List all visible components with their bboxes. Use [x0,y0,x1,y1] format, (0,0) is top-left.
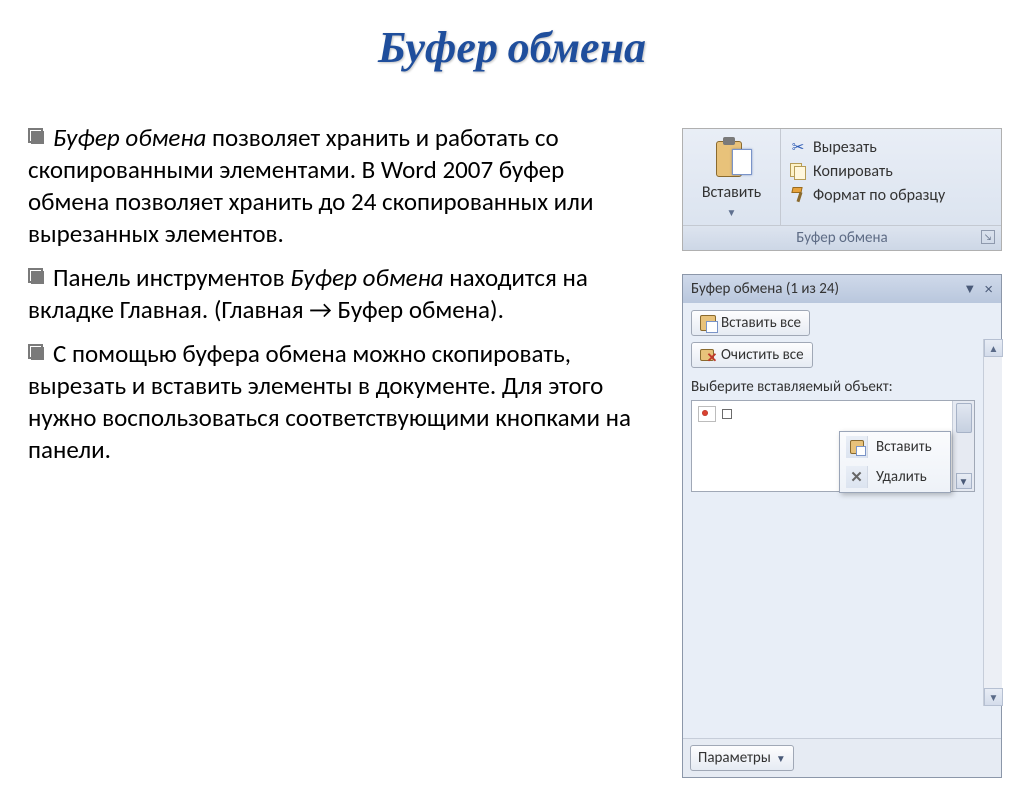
brush-icon [789,186,807,204]
context-delete[interactable]: ✕ Удалить [840,462,950,492]
chevron-down-icon[interactable]: ▼ [727,206,737,219]
paste-icon [846,436,868,458]
slide-title: Буфер обмена [0,22,1024,73]
clipboard-pane: Буфер обмена (1 из 24) ▼ × Вставить все … [682,274,1002,778]
chevron-down-icon: ▼ [776,752,786,765]
context-paste[interactable]: Вставить [840,432,950,462]
pane-title: Буфер обмена (1 из 24) [691,280,839,298]
copy-button[interactable]: Копировать [787,159,995,183]
scrollbar-thumb[interactable] [956,403,972,433]
scroll-up-icon[interactable]: ▲ [984,339,1003,357]
scroll-down-icon[interactable]: ▼ [956,473,972,489]
bullet-icon [28,344,43,359]
dialog-launcher-icon[interactable]: ↘ [981,230,995,244]
bullet-icon [28,128,43,143]
clear-all-icon: ✕ [700,347,716,363]
ribbon-clipboard-group: Вставить ▼ ✂ Вырезать Копировать Формат … [682,128,1002,251]
body-text: Буфер обмена позволяет хранить и работат… [28,122,638,478]
paste-all-icon [700,315,716,331]
clear-all-button[interactable]: ✕ Очистить все [691,342,813,368]
bullet-icon [28,268,43,283]
clip-content-icon [722,409,732,419]
ribbon-group-label: Буфер обмена ↘ [683,225,1001,250]
paste-label: Вставить [687,183,776,202]
paste-icon [712,135,752,181]
inner-scrollbar[interactable]: ▼ [952,401,974,491]
delete-icon: ✕ [846,466,868,488]
close-icon[interactable]: × [984,281,993,298]
cut-label: Вырезать [813,138,877,157]
bullet-2: Панель инструментов Буфер обмена находит… [28,262,638,326]
paste-button[interactable]: Вставить ▼ [683,129,781,225]
copy-label: Копировать [813,162,893,181]
options-button[interactable]: Параметры ▼ [690,745,794,771]
bullet-1: Буфер обмена позволяет хранить и работат… [28,122,638,250]
select-object-label: Выберите вставляемый объект: [691,378,975,396]
bullet-3: С помощью буфера обмена можно скопироват… [28,338,638,466]
pane-header: Буфер обмена (1 из 24) ▼ × [683,275,1001,303]
context-menu: Вставить ✕ Удалить [839,431,951,493]
clip-thumb-icon [698,406,716,422]
pane-menu-icon[interactable]: ▼ [963,281,976,297]
pane-scrollbar[interactable]: ▲ ▼ [983,339,1002,706]
copy-icon [789,162,807,180]
scroll-down-icon[interactable]: ▼ [984,688,1003,706]
scissors-icon: ✂ [789,138,807,156]
clipboard-item[interactable] [698,406,946,422]
cut-button[interactable]: ✂ Вырезать [787,135,995,159]
paste-all-button[interactable]: Вставить все [691,310,810,336]
format-painter-button[interactable]: Формат по образцу [787,183,995,207]
format-label: Формат по образцу [813,186,945,205]
